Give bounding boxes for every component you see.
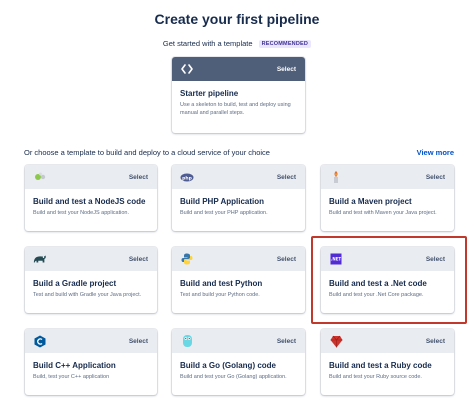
subtitle: Get started with a template bbox=[162, 39, 253, 48]
template-card-dotnet[interactable]: .NET Select Build and test a .Net code B… bbox=[321, 247, 454, 313]
card-title: Build and test a NodeJS code bbox=[33, 197, 146, 206]
page-title: Create your first pipeline bbox=[154, 11, 320, 27]
card-title: Build a Go (Golang) code bbox=[180, 361, 276, 370]
card-header: Select bbox=[25, 247, 157, 271]
card-title: Build a Gradle project bbox=[33, 279, 117, 288]
template-card-python[interactable]: Select Build and test Python Test and bu… bbox=[172, 247, 305, 313]
svg-text:.NET: .NET bbox=[331, 257, 342, 262]
card-title: Starter pipeline bbox=[180, 89, 239, 98]
python-icon bbox=[180, 252, 194, 266]
card-description: Build and test your .Net Core package. bbox=[329, 292, 424, 298]
dotnet-icon: .NET bbox=[329, 252, 343, 266]
card-description: Build and test with Maven your Java proj… bbox=[329, 210, 437, 216]
card-header: Select bbox=[172, 57, 305, 81]
golang-icon bbox=[180, 334, 194, 348]
section-heading: Or choose a template to build and deploy… bbox=[24, 148, 270, 157]
card-header: Select bbox=[172, 247, 305, 271]
svg-text:php: php bbox=[182, 175, 192, 181]
template-card-php[interactable]: php Select Build PHP Application Build a… bbox=[172, 165, 305, 231]
card-title: Build and test a .Net code bbox=[329, 279, 427, 288]
card-description: Build, test your C++ application bbox=[33, 374, 110, 380]
card-header: Select bbox=[25, 165, 157, 189]
gradle-icon bbox=[33, 252, 47, 266]
select-button[interactable]: Select bbox=[129, 338, 148, 345]
card-description: Use a skeleton to build, test and deploy… bbox=[180, 102, 291, 116]
select-button[interactable]: Select bbox=[277, 66, 296, 73]
template-card-nodejs[interactable]: Select Build and test a NodeJS code Buil… bbox=[25, 165, 157, 231]
select-button[interactable]: Select bbox=[426, 256, 445, 263]
card-header: .NET Select bbox=[321, 247, 454, 271]
card-description: Build and test your PHP application. bbox=[180, 210, 268, 216]
select-button[interactable]: Select bbox=[277, 256, 296, 263]
card-header: Select bbox=[321, 329, 454, 353]
card-description: Build and test your NodeJS application. bbox=[33, 210, 130, 216]
card-header: Select bbox=[172, 329, 305, 353]
card-header: php Select bbox=[172, 165, 305, 189]
card-header: Select bbox=[321, 165, 454, 189]
card-title: Build PHP Application bbox=[180, 197, 265, 206]
template-card-ruby[interactable]: Select Build and test a Ruby code Build … bbox=[321, 329, 454, 395]
select-button[interactable]: Select bbox=[277, 338, 296, 345]
template-card-gradle[interactable]: Select Build a Gradle project Test and b… bbox=[25, 247, 157, 313]
card-description: Test and build with Gradle your Java pro… bbox=[33, 292, 142, 298]
code-brackets-icon bbox=[180, 62, 194, 76]
ruby-icon bbox=[329, 334, 343, 348]
card-description: Test and build your Python code. bbox=[180, 292, 260, 298]
section-header: Or choose a template to build and deploy… bbox=[24, 148, 454, 157]
card-title: Build and test Python bbox=[180, 279, 263, 288]
select-button[interactable]: Select bbox=[129, 174, 148, 181]
card-description: Build and test your Ruby source code. bbox=[329, 374, 422, 380]
card-description: Build and test your Go (Golang) applicat… bbox=[180, 374, 287, 380]
template-card-maven[interactable]: Select Build a Maven project Build and t… bbox=[321, 165, 454, 231]
card-header: Select bbox=[25, 329, 157, 353]
select-button[interactable]: Select bbox=[426, 174, 445, 181]
select-button[interactable]: Select bbox=[426, 338, 445, 345]
card-title: Build a Maven project bbox=[329, 197, 412, 206]
view-more-link[interactable]: View more bbox=[417, 148, 454, 157]
select-button[interactable]: Select bbox=[277, 174, 296, 181]
select-button[interactable]: Select bbox=[129, 256, 148, 263]
card-title: Build and test a Ruby code bbox=[329, 361, 432, 370]
card-title: Build C++ Application bbox=[33, 361, 116, 370]
starter-pipeline-card[interactable]: Select Starter pipeline Use a skeleton t… bbox=[172, 57, 305, 133]
maven-icon bbox=[329, 170, 343, 184]
recommended-badge: RECOMMENDED bbox=[258, 39, 312, 48]
cpp-icon bbox=[33, 334, 47, 348]
template-intro: Get started with a template RECOMMENDED bbox=[0, 39, 474, 48]
template-card-golang[interactable]: Select Build a Go (Golang) code Build an… bbox=[172, 329, 305, 395]
php-icon: php bbox=[180, 170, 194, 184]
nodejs-icon bbox=[33, 170, 47, 184]
template-card-cpp[interactable]: Select Build C++ Application Build, test… bbox=[25, 329, 157, 395]
